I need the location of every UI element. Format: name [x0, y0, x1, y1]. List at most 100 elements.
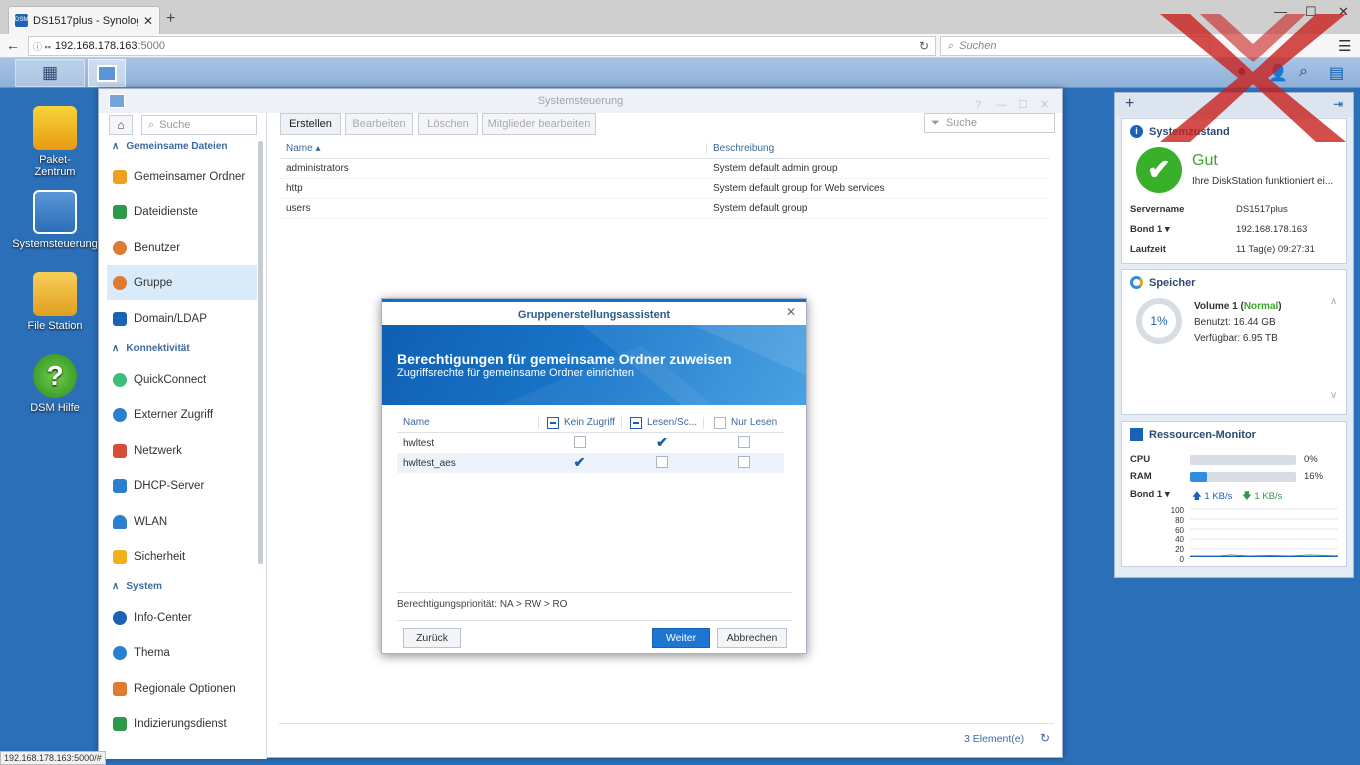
column-header-read-only[interactable]: Nur Lesen — [703, 416, 784, 429]
sidebar-item-label: Thema — [134, 646, 170, 659]
widgets-toggle-icon[interactable]: ▤ — [1329, 63, 1344, 83]
sidebar-item-quickconnect[interactable]: QuickConnect — [107, 362, 257, 397]
filter-search-input[interactable]: ⏷ Suche — [924, 113, 1055, 133]
close-window-icon[interactable]: ✕ — [1338, 4, 1349, 20]
column-header-read-write[interactable]: Lesen/Sc... — [621, 416, 703, 429]
read-write-checkbox[interactable]: ✔ — [656, 435, 668, 449]
no-access-checkbox[interactable] — [573, 435, 586, 448]
scroll-up-icon[interactable]: ∧ — [1330, 296, 1337, 307]
permission-row[interactable]: hwltest_aes ✔ — [397, 453, 784, 473]
reload-icon[interactable]: ↻ — [919, 39, 929, 53]
table-row[interactable]: http System default group for Web servic… — [280, 179, 1050, 199]
notifications-chat-icon[interactable]: ● — [1237, 63, 1247, 81]
sidebar-group-konnektivitaet[interactable]: ∧ Konnektivität — [112, 343, 190, 354]
no-access-checkbox[interactable]: ✔ — [574, 455, 586, 469]
maximize-window-icon[interactable]: ☐ — [1305, 4, 1317, 20]
sidebar-group-system[interactable]: ∧ System — [112, 581, 162, 592]
dialog-subheading: Zugriffsrechte für gemeinsame Ordner ein… — [397, 367, 635, 379]
sidebar-group-gemeinsame-dateien[interactable]: ∧ Gemeinsame Dateien — [112, 141, 228, 152]
next-button[interactable]: Weiter — [652, 628, 710, 648]
create-button[interactable]: Erstellen — [280, 113, 341, 135]
no-access-header-checkbox[interactable] — [547, 416, 559, 429]
dialog-title[interactable]: Gruppenerstellungsassistent — [382, 299, 806, 325]
edit-button[interactable]: Bearbeiten — [345, 113, 413, 135]
upload-rate: 🡅 1 KB/s — [1192, 489, 1232, 505]
home-button[interactable]: ⌂ — [109, 115, 133, 135]
sidebar-item-netzwerk[interactable]: Netzwerk — [107, 433, 257, 468]
sidebar-scrollbar[interactable] — [258, 141, 263, 564]
address-bar[interactable]: ⓘ ▪▪ 192.168.178.163:5000 ↻ — [28, 36, 936, 56]
close-dialog-icon[interactable]: ✕ — [786, 305, 796, 319]
server-name-label: Servername — [1130, 204, 1185, 215]
monitor-chart-icon — [1130, 428, 1143, 441]
desktop-icon-systemsteuerung[interactable]: Systemsteuerung — [10, 190, 100, 250]
column-header-no-access[interactable]: Kein Zugriff — [538, 416, 621, 429]
edit-members-button[interactable]: Mitglieder bearbeiten — [482, 113, 596, 135]
sidebar-item-label: Indizierungsdienst — [134, 717, 227, 730]
cancel-button[interactable]: Abbrechen — [717, 628, 787, 648]
desktop-icon-paket-zentrum[interactable]: Paket- Zentrum — [10, 106, 100, 178]
search-icon: ⌕ — [947, 39, 954, 52]
sidebar-item-regionale-optionen[interactable]: Regionale Optionen — [107, 671, 257, 706]
sidebar-item-label: Gruppe — [134, 276, 173, 289]
search-taskbar-icon[interactable]: ⌕ — [1299, 63, 1308, 81]
chevron-up-icon: ∧ — [112, 141, 120, 152]
sidebar-item-benutzer[interactable]: Benutzer — [107, 230, 257, 265]
new-tab-icon[interactable]: + — [166, 11, 175, 27]
browser-search-field[interactable]: ⌕ Suchen — [940, 36, 1210, 56]
table-row[interactable]: administrators System default admin grou… — [280, 159, 1050, 179]
add-widget-icon[interactable]: + — [1125, 95, 1134, 113]
hamburger-menu-icon[interactable]: ☰ — [1338, 37, 1351, 55]
pin-widgets-icon[interactable]: ⇥ — [1333, 97, 1343, 111]
volume-free: Verfügbar: 6.95 TB — [1194, 333, 1278, 344]
read-write-cell — [621, 455, 703, 471]
taskbar-systemsteuerung-button[interactable] — [88, 59, 126, 87]
bond-selector[interactable]: Bond 1 ▾ — [1130, 224, 1170, 235]
user-options-icon[interactable]: 👤 — [1268, 63, 1288, 83]
close-tab-icon[interactable]: ✕ — [143, 14, 153, 28]
read-only-checkbox[interactable] — [737, 455, 750, 468]
site-info-icon[interactable]: ⓘ ▪▪ — [33, 40, 51, 53]
read-only-header-checkbox[interactable] — [714, 416, 726, 429]
desktop-icon-dsm-hilfe[interactable]: ? DSM Hilfe — [10, 354, 100, 414]
window-titlebar[interactable]: Systemsteuerung ? — ☐ ✕ — [99, 89, 1062, 113]
desktop-icon-label: DSM Hilfe — [30, 402, 80, 414]
storage-pie-icon — [1130, 276, 1143, 289]
back-button[interactable]: Zurück — [403, 628, 461, 648]
browser-tab[interactable]: DSM DS1517plus - Synology Disk... ✕ — [8, 6, 160, 34]
back-arrow-icon[interactable]: ← — [6, 37, 20, 53]
read-only-checkbox[interactable] — [737, 435, 750, 448]
main-menu-button[interactable]: ▦ — [15, 59, 85, 87]
read-write-header-checkbox[interactable] — [630, 416, 642, 429]
storage-percent: 1% — [1150, 314, 1168, 328]
sidebar-search-input[interactable]: ⌕ Suche — [141, 115, 257, 135]
column-header-description[interactable]: Beschreibung — [706, 143, 1042, 154]
cpu-usage-bar — [1190, 455, 1296, 465]
desktop-icon-file-station[interactable]: File Station — [10, 272, 100, 332]
refresh-icon[interactable]: ↻ — [1040, 731, 1050, 745]
sidebar-item-thema[interactable]: Thema — [107, 635, 257, 670]
sidebar-item-dateidienste[interactable]: Dateidienste — [107, 194, 257, 229]
group-desc-cell: System default group — [713, 203, 808, 214]
sidebar-item-domain-ldap[interactable]: Domain/LDAP — [107, 301, 257, 336]
sidebar-item-gruppe[interactable]: Gruppe — [107, 265, 257, 300]
sidebar-item-dhcp-server[interactable]: DHCP-Server — [107, 468, 257, 503]
permission-row[interactable]: hwltest ✔ — [397, 433, 784, 453]
axis-tick: 80 — [1175, 515, 1184, 525]
download-rate-value: 1 KB/s — [1254, 491, 1283, 502]
column-header-name[interactable]: Name ▴ — [280, 143, 706, 154]
bond-selector[interactable]: Bond 1 ▾ — [1130, 489, 1170, 500]
filter-search-placeholder: Suche — [945, 117, 978, 129]
sidebar-item-externer-zugriff[interactable]: Externer Zugriff — [107, 397, 257, 432]
read-write-checkbox[interactable] — [656, 455, 668, 468]
sidebar-item-info-center[interactable]: Info-Center — [107, 600, 257, 635]
table-row[interactable]: users System default group — [280, 199, 1050, 219]
sidebar-item-indizierungsdienst[interactable]: Indizierungsdienst — [107, 706, 257, 741]
sidebar-item-sicherheit[interactable]: Sicherheit — [107, 539, 257, 574]
delete-button[interactable]: Löschen — [418, 113, 478, 135]
main-menu-grid-icon: ▦ — [41, 63, 59, 82]
sidebar-item-gemeinsamer-ordner[interactable]: Gemeinsamer Ordner — [107, 159, 257, 194]
minimize-window-icon[interactable]: — — [1274, 4, 1287, 19]
sidebar-item-wlan[interactable]: WLAN — [107, 504, 257, 539]
scroll-down-icon[interactable]: ∨ — [1330, 390, 1337, 401]
